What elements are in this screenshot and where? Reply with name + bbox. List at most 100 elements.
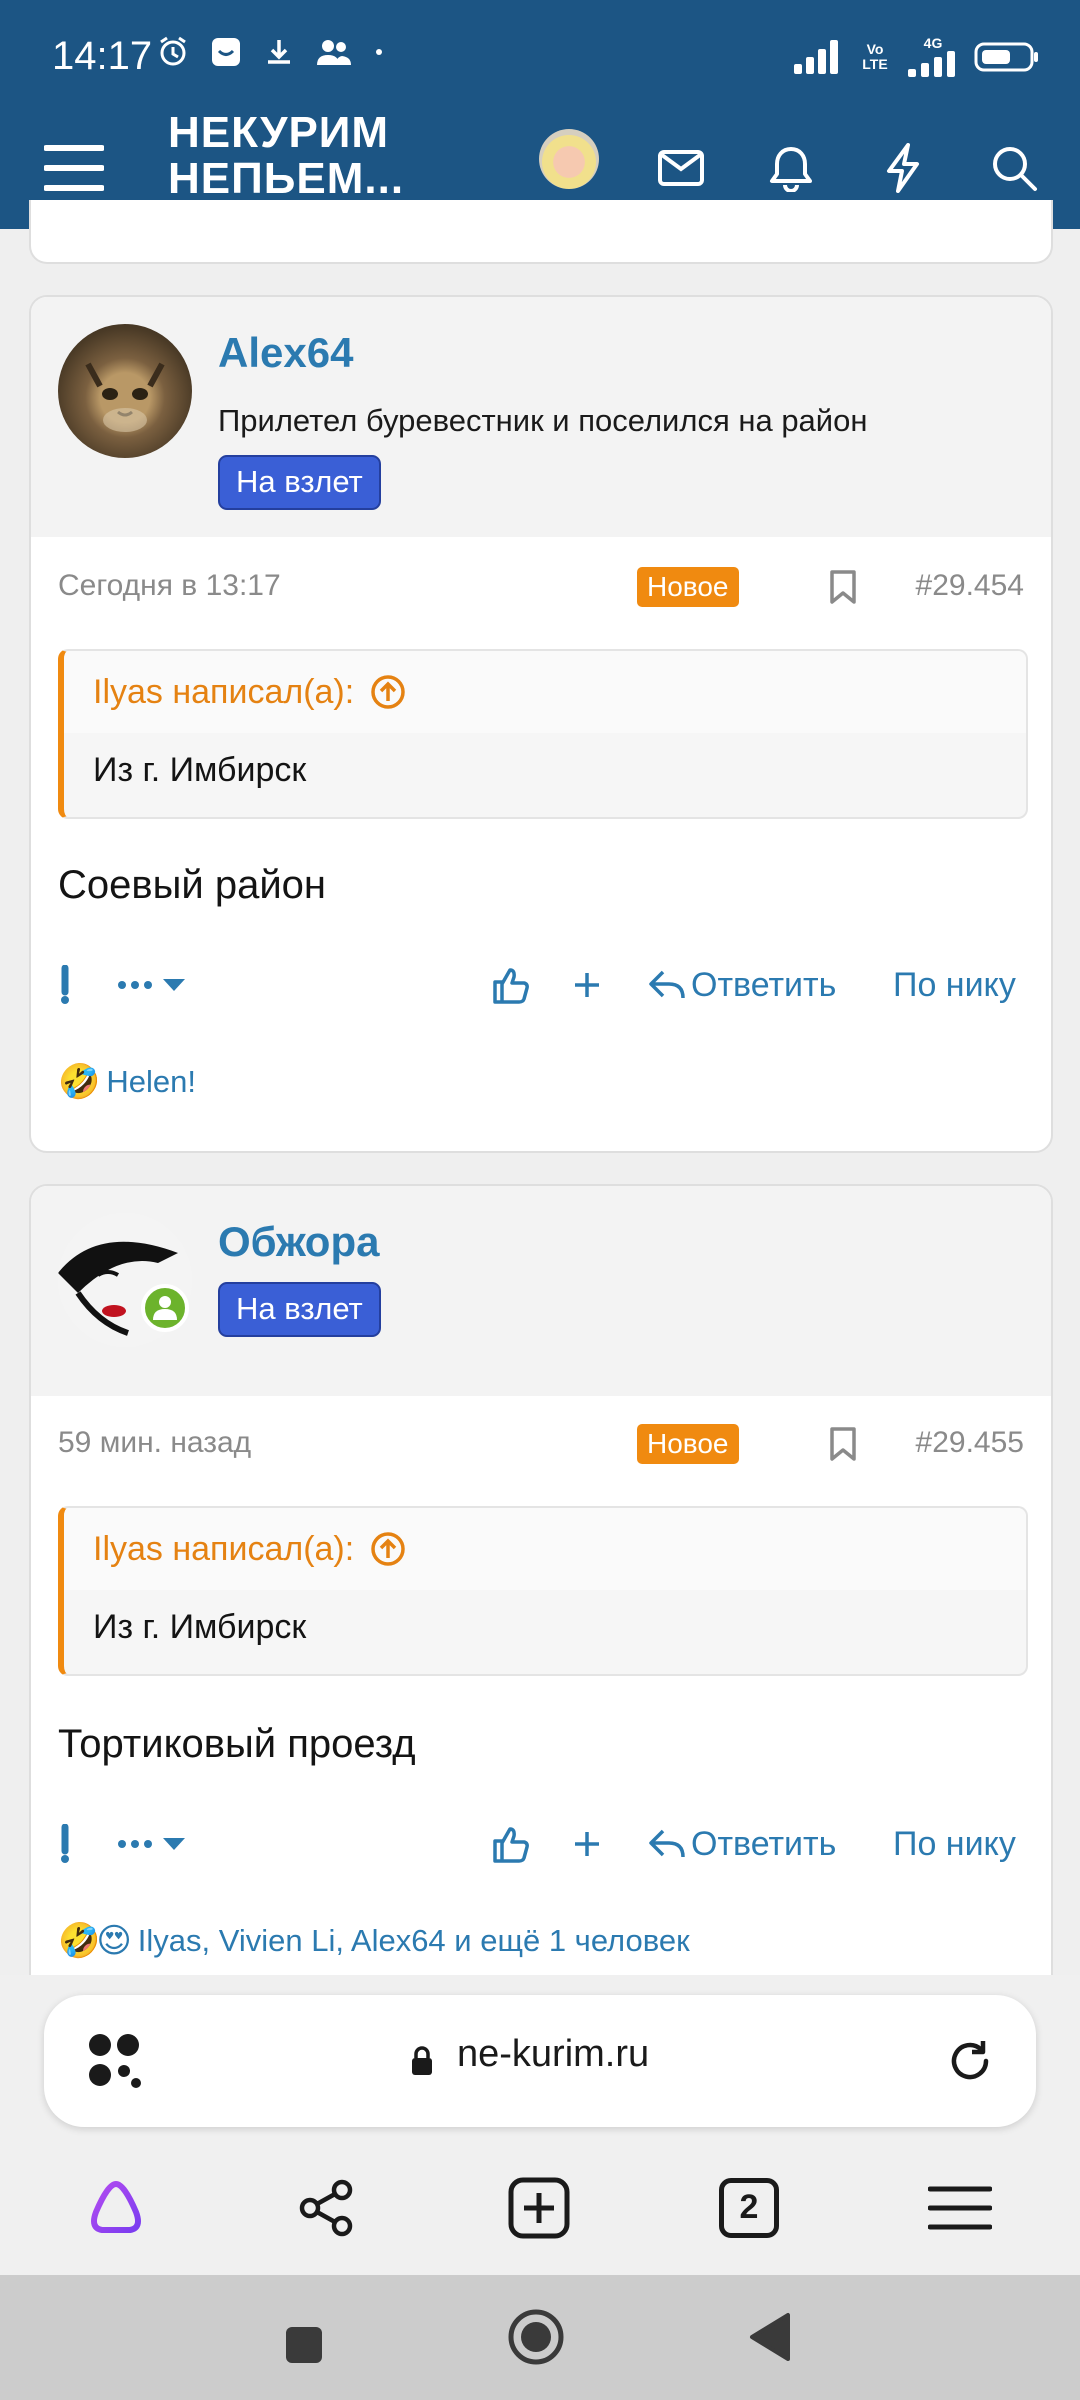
mention-label: По нику [893,965,1016,1004]
plus-icon [575,973,599,997]
post-actions: Ответить По нику [31,1814,1051,1874]
new-label: Новое [637,1424,739,1464]
back-triangle-icon [750,2313,790,2361]
post-date[interactable]: 59 мин. назад [58,1426,251,1460]
like-button[interactable] [491,955,531,1015]
browser-toolbar: 2 [0,2140,1080,2275]
user-banner: На взлет [218,455,381,510]
more-menu-button[interactable] [117,1814,187,1874]
post-number[interactable]: #29.455 [916,1426,1024,1460]
post-avatar[interactable] [58,324,192,458]
more-dots-icon [118,981,152,989]
post-date[interactable]: Сегодня в 13:17 [58,569,281,603]
reactions-bar[interactable]: 🤣 😍 Ilyas, Vivien Li, Alex64 и ещё 1 чел… [58,1921,690,1961]
report-button[interactable] [58,1814,72,1874]
post-user-info: Обжора На взлет [31,1186,1051,1396]
lightning-icon [887,143,919,193]
inbox-button[interactable] [641,128,721,208]
thumbs-up-icon [493,1827,529,1863]
more-menu-button[interactable] [117,955,187,1015]
signal-2-icon [908,51,955,77]
system-nav-bar [0,2275,1080,2400]
hamburger-icon [928,2186,992,2229]
quote-author[interactable]: Ilyas написал(а): [93,673,354,712]
user-title: Прилетел буревестник и поселился на райо… [218,403,868,438]
report-button[interactable] [58,955,72,1015]
alerts-button[interactable] [751,128,831,208]
exclamation-icon [61,1824,69,1863]
new-tab-button[interactable] [489,2140,589,2275]
people-icon [317,40,351,65]
url-text[interactable]: ne-kurim.ru [457,2033,649,2076]
download-icon [268,40,290,64]
post-username[interactable]: Alex64 [218,329,353,377]
caret-down-icon [163,1838,185,1850]
post-username[interactable]: Обжора [218,1218,379,1266]
exclamation-icon [61,965,69,1004]
post-actions: Ответить По нику [31,955,1051,1015]
logo-line-2: НЕПЬЕМ... [168,154,405,203]
browser-bottom-bar: ne-kurim.ru 2 [0,1975,1080,2275]
reactions-bar[interactable]: 🤣 Helen! [58,1062,196,1102]
quote-block: Ilyas написал(а): Из г. Имбирск [58,649,1028,819]
reply-button[interactable]: Ответить [647,955,836,1015]
plus-square-icon [508,2177,570,2238]
quote-author[interactable]: Ilyas написал(а): [93,1530,354,1569]
more-dots-icon [118,1840,152,1848]
post-user-info: Alex64 Прилетел буревестник и поселился … [31,297,1051,537]
post-card: Обжора На взлет 59 мин. назад Новое #29.… [29,1184,1053,2004]
battery-icon [974,42,1038,71]
reload-icon[interactable] [946,2037,994,2085]
square-icon [286,2327,322,2363]
services-icon[interactable] [88,2033,144,2089]
previous-post-edge [29,200,1053,264]
home-button[interactable] [494,2295,578,2379]
status-bar: 14:17 Vo LTE 4G [0,0,1080,110]
arrow-up-circle-icon[interactable] [370,1531,406,1567]
post-number[interactable]: #29.454 [916,569,1024,603]
reply-icon [649,970,685,999]
bookmark-button[interactable] [828,569,858,610]
share-button[interactable] [276,2140,376,2275]
post-text: Соевый район [58,863,327,907]
search-icon [993,147,1037,191]
mention-button[interactable]: По нику [893,1814,1016,1874]
reactions-list[interactable]: Helen! [106,1064,196,1100]
user-avatar[interactable] [539,129,599,189]
mention-button[interactable]: По нику [893,955,1016,1015]
alice-assistant-icon [91,2180,141,2233]
volte-label: Vo LTE [862,40,888,72]
envelope-icon [658,150,704,186]
caret-down-icon [163,979,185,991]
online-indicator-icon [141,1284,189,1332]
alice-button[interactable] [66,2140,166,2275]
recent-apps-button[interactable] [262,2303,346,2387]
plus-button[interactable] [572,955,602,1015]
home-circle-icon [508,2309,564,2365]
site-header: 14:17 Vo LTE 4G НЕКУРИМ НЕПЬЕМ... [0,0,1080,229]
signal-icon [794,39,838,74]
back-button[interactable] [728,2295,812,2379]
reply-label: Ответить [691,965,837,1004]
plus-button[interactable] [572,1814,602,1874]
app-notification-icon [212,38,240,66]
bookmark-button[interactable] [828,1426,858,1467]
quote-header[interactable]: Ilyas написал(а): [64,1508,1026,1590]
dot-icon [376,49,382,55]
arrow-up-circle-icon[interactable] [370,674,406,710]
browser-menu-button[interactable] [910,2140,1010,2275]
post-text: Тортиковый проезд [58,1722,416,1766]
reactions-list[interactable]: Ilyas, Vivien Li, Alex64 и ещё 1 человек [138,1923,690,1959]
search-button[interactable] [974,128,1054,208]
address-bar[interactable]: ne-kurim.ru [44,1995,1036,2127]
reply-icon [649,1829,685,1858]
site-logo[interactable]: НЕКУРИМ НЕПЬЕМ... [168,110,408,202]
quote-header[interactable]: Ilyas написал(а): [64,651,1026,733]
status-notifications [158,36,384,68]
tabs-button[interactable]: 2 [699,2140,799,2275]
reply-button[interactable]: Ответить [647,1814,836,1874]
reply-label: Ответить [691,1824,837,1863]
whats-new-button[interactable] [863,128,943,208]
menu-button[interactable] [34,128,114,208]
like-button[interactable] [491,1814,531,1874]
